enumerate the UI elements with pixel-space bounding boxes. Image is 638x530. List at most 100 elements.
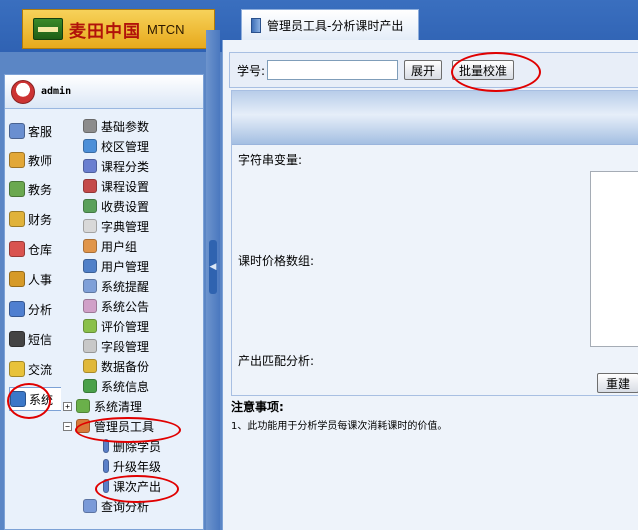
tree-item-field[interactable]: 字段管理 xyxy=(83,337,149,355)
sidebar: admin 客服教师教务财务仓库人事分析短信交流系统 基础参数校区管理课程分类课… xyxy=(4,74,204,530)
collapse-arrow-icon[interactable]: ◀ xyxy=(209,240,217,294)
tree-item-label: 系统提醒 xyxy=(101,279,150,294)
tree-item-gear[interactable]: 基础参数 xyxy=(83,117,149,135)
academic-icon xyxy=(9,181,25,197)
batch-calibrate-button[interactable]: 批量校准 xyxy=(452,60,515,80)
avatar xyxy=(11,79,35,104)
tree-item-user-group[interactable]: 用户组 xyxy=(83,237,137,255)
tree-item-evaluation[interactable]: 评价管理 xyxy=(83,317,149,335)
notes-title: 注意事项: xyxy=(231,400,284,414)
collapse-minus-icon[interactable]: − xyxy=(63,421,72,431)
gear-icon xyxy=(83,119,97,133)
category-label: 教务 xyxy=(28,182,53,197)
student-no-input[interactable] xyxy=(267,60,399,80)
category-teacher[interactable]: 教师 xyxy=(9,148,61,172)
tree-item-query[interactable]: 查询分析 xyxy=(83,497,149,515)
rebuild-button[interactable]: 重建 xyxy=(597,373,638,393)
category-sms[interactable]: 短信 xyxy=(9,327,61,351)
logo-english-text: MTCN xyxy=(147,21,185,37)
price-array-label: 课时价格数组: xyxy=(238,254,315,268)
category-chat[interactable]: 交流 xyxy=(9,357,61,381)
book-stack-icon xyxy=(83,159,97,173)
tree-item-label: 收费设置 xyxy=(101,199,150,214)
info-icon xyxy=(83,379,97,393)
dictionary-icon xyxy=(83,219,97,233)
books-icon xyxy=(83,179,97,193)
category-finance[interactable]: 财务 xyxy=(9,207,61,231)
tree-item-label: 查询分析 xyxy=(101,499,150,514)
analysis-form: 字符串变量: 课时价格数组: 产出匹配分析: 重建 xyxy=(231,90,638,396)
tree-item-dictionary[interactable]: 字典管理 xyxy=(83,217,149,235)
tree-item-label: 字典管理 xyxy=(101,219,150,234)
teacher-icon xyxy=(9,152,25,168)
analysis-icon xyxy=(9,301,25,317)
tree-item-user[interactable]: 用户管理 xyxy=(83,257,149,275)
tree-item-money[interactable]: 收费设置 xyxy=(83,197,149,215)
category-label: 客服 xyxy=(28,124,53,139)
tree-item-notice[interactable]: 系统公告 xyxy=(83,297,149,315)
tree-item-book-stack[interactable]: 课程分类 xyxy=(83,157,149,175)
expand-plus-icon[interactable]: + xyxy=(63,401,72,411)
category-label: 仓库 xyxy=(28,242,53,257)
user-icon xyxy=(83,259,97,273)
expand-button[interactable]: 展开 xyxy=(404,60,443,80)
category-warehouse[interactable]: 仓库 xyxy=(9,237,61,261)
tree-item-globe[interactable]: 校区管理 xyxy=(83,137,149,155)
tree-item-label: 字段管理 xyxy=(101,339,150,354)
notes-line: 1、此功能用于分析学员每课次消耗课时的价值。 xyxy=(231,421,448,432)
notes: 注意事项: 1、此功能用于分析学员每课次消耗课时的价值。 xyxy=(231,398,638,432)
tree-item-database[interactable]: 数据备份 xyxy=(83,357,149,375)
user-bar: admin xyxy=(5,75,203,109)
book-icon xyxy=(251,17,261,33)
chat-icon xyxy=(9,361,25,377)
tree-child-delete-student[interactable]: 删除学员 xyxy=(103,437,161,455)
hr-icon xyxy=(9,271,25,287)
tab-analyze-lesson-output[interactable]: 管理员工具-分析课时产出 xyxy=(241,9,419,40)
sidebar-splitter[interactable]: ◀ xyxy=(206,30,220,530)
tree-item-label: 校区管理 xyxy=(101,139,150,154)
tree-child-upgrade-grade[interactable]: 升级年级 xyxy=(103,457,161,475)
string-variable-label: 字符串变量: xyxy=(238,153,303,167)
tree-item-speaker[interactable]: 系统提醒 xyxy=(83,277,149,295)
category-analysis[interactable]: 分析 xyxy=(9,297,61,321)
tree-item-label: 用户组 xyxy=(101,239,138,254)
logo-mark-icon xyxy=(33,18,63,40)
customer-service-icon xyxy=(9,123,25,139)
logo-chinese-text: 麦田中国 xyxy=(69,21,141,42)
match-analysis-label: 产出匹配分析: xyxy=(238,354,315,368)
category-academic[interactable]: 教务 xyxy=(9,177,61,201)
finance-icon xyxy=(9,211,25,227)
tree-item-label: 数据备份 xyxy=(101,359,150,374)
analysis-textarea[interactable] xyxy=(590,171,638,347)
category-label: 教师 xyxy=(28,153,53,168)
tree-item-info[interactable]: 系统信息 xyxy=(83,377,149,395)
category-label: 人事 xyxy=(28,272,53,287)
cleanup-icon xyxy=(76,399,90,413)
tree-item-label: 基础参数 xyxy=(101,119,150,134)
student-no-label: 学号: xyxy=(237,63,266,78)
lesson-output-icon xyxy=(103,479,109,493)
tree-child-lesson-output[interactable]: 课次产出 xyxy=(103,477,161,495)
category-system[interactable]: 系统 xyxy=(9,387,61,411)
category-customer-service[interactable]: 客服 xyxy=(9,119,61,143)
user-name: admin xyxy=(41,86,72,97)
category-label: 短信 xyxy=(28,332,53,347)
tab-label: 管理员工具-分析课时产出 xyxy=(267,18,404,33)
system-icon xyxy=(10,391,26,407)
tree-item-label: 用户管理 xyxy=(101,259,150,274)
notice-icon xyxy=(83,299,97,313)
query-bar: 学号: 展开 批量校准 xyxy=(229,52,638,88)
tree-item-label: 课程分类 xyxy=(101,159,150,174)
tree-item-admin-tools[interactable]: − 管理员工具 xyxy=(63,417,154,435)
tree-item-label: 课程设置 xyxy=(101,179,150,194)
category-label: 财务 xyxy=(28,212,53,227)
category-hr[interactable]: 人事 xyxy=(9,267,61,291)
tree-item-books[interactable]: 课程设置 xyxy=(83,177,149,195)
category-label: 交流 xyxy=(28,362,53,377)
tree-item-cleanup[interactable]: + 系统清理 xyxy=(63,397,142,415)
form-header xyxy=(232,91,638,145)
speaker-icon xyxy=(83,279,97,293)
database-icon xyxy=(83,359,97,373)
evaluation-icon xyxy=(83,319,97,333)
tree-item-label: 管理员工具 xyxy=(94,419,155,434)
